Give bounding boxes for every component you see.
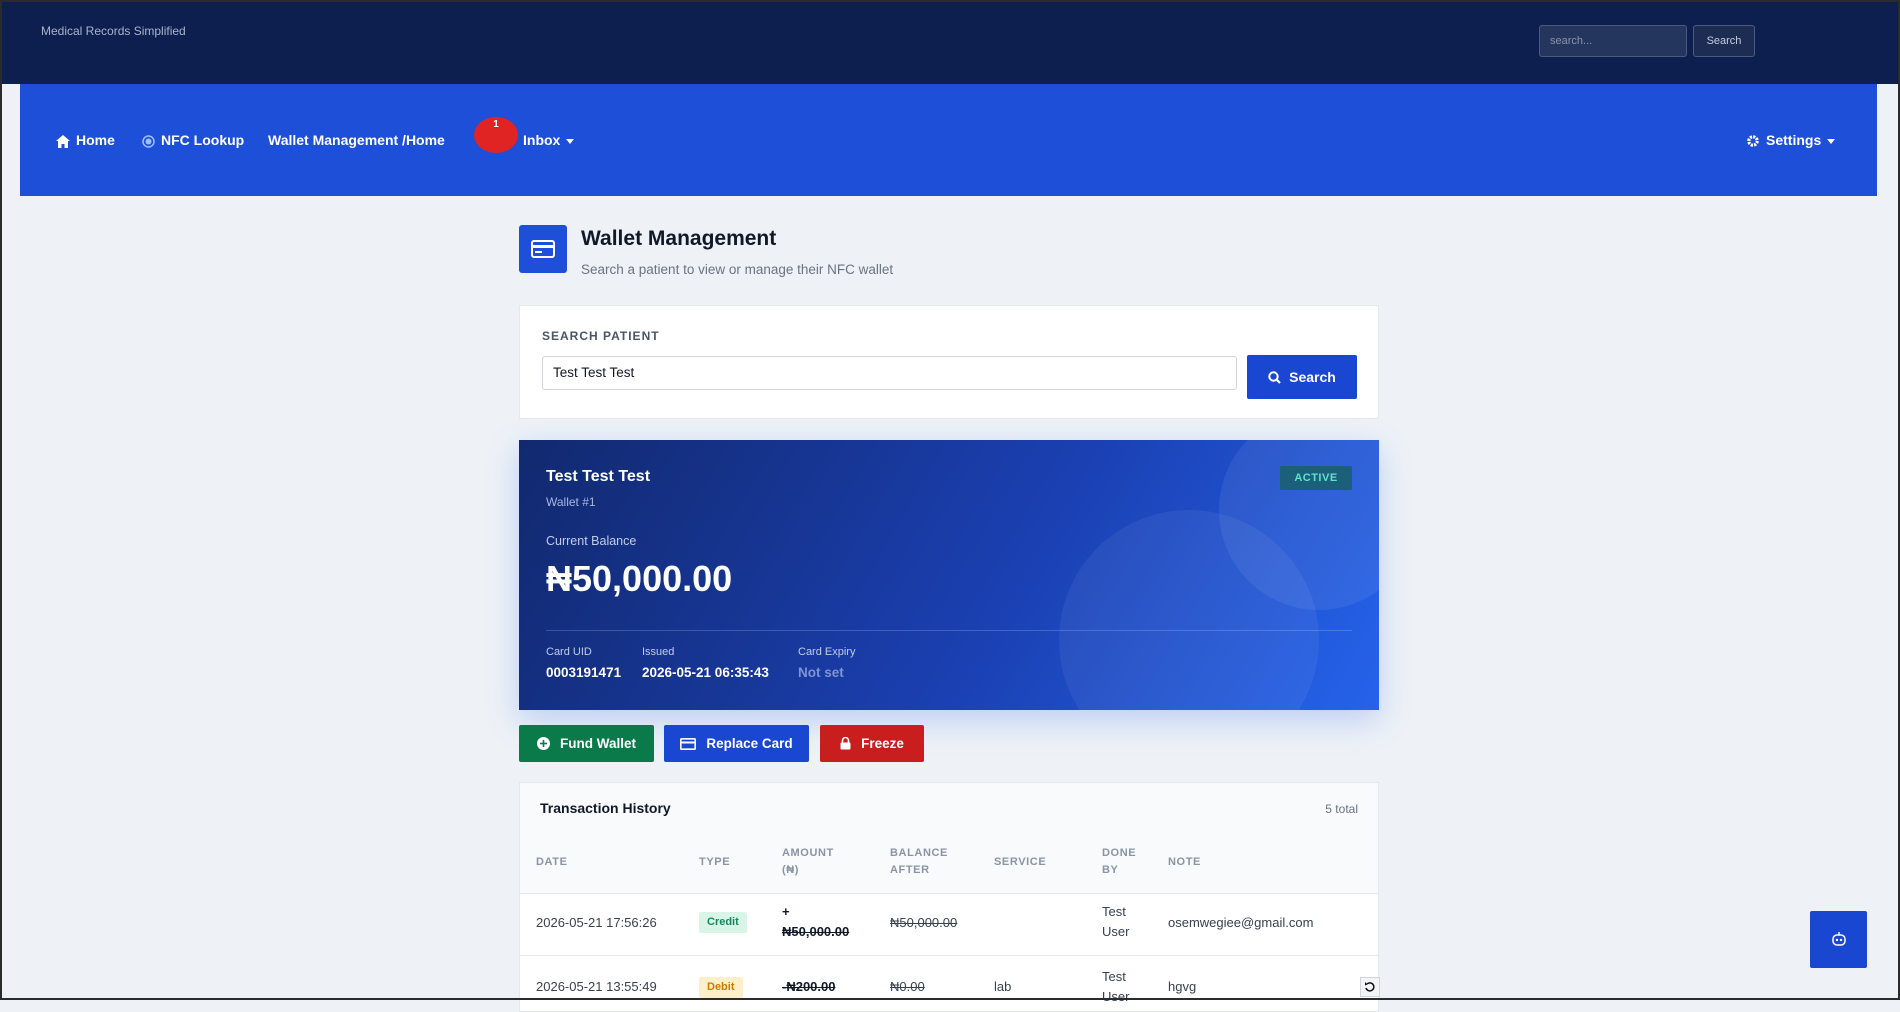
inbox-count-badge: 1 bbox=[474, 117, 518, 153]
tx-amount-value: -₦200.00 bbox=[782, 979, 836, 994]
tx-done-by: Test User bbox=[1102, 967, 1129, 1007]
tx-balance-after: ₦50,000.00 bbox=[890, 913, 957, 933]
column-header-done-by: DONE BY bbox=[1102, 845, 1136, 879]
wallet-number: Wallet #1 bbox=[546, 495, 596, 509]
issued-label: Issued bbox=[642, 646, 675, 658]
nav-wallet-management[interactable]: Wallet Management /Home bbox=[268, 84, 445, 196]
row-divider bbox=[520, 955, 1378, 956]
tx-type-badge: Credit bbox=[699, 912, 747, 933]
issued-value: 2026-05-21 06:35:43 bbox=[642, 665, 769, 680]
done-header-line2: BY bbox=[1102, 864, 1119, 876]
reverse-transaction-icon[interactable] bbox=[1360, 977, 1380, 997]
wallet-balance: ₦50,000.00 bbox=[546, 558, 733, 599]
nav-inbox-label: Inbox bbox=[523, 132, 561, 148]
fund-wallet-button[interactable]: Fund Wallet bbox=[519, 725, 654, 762]
transaction-history-title: Transaction History bbox=[540, 800, 671, 816]
tx-balance-value: ₦50,000.00 bbox=[890, 915, 958, 930]
transaction-history-header: Transaction History 5 total bbox=[520, 783, 1378, 836]
tx-done-by-first: Test bbox=[1102, 904, 1126, 919]
nfc-icon bbox=[142, 135, 155, 148]
freeze-label: Freeze bbox=[861, 736, 904, 751]
assistant-chat-button[interactable] bbox=[1810, 911, 1867, 968]
replace-card-button[interactable]: Replace Card bbox=[664, 725, 809, 762]
card-expiry-value: Not set bbox=[798, 665, 844, 680]
tx-done-by: Test User bbox=[1102, 902, 1129, 942]
tx-amount-value: ₦50,000.00 bbox=[782, 924, 850, 939]
main-navbar: Home NFC Lookup Wallet Management /Home … bbox=[20, 84, 1877, 196]
done-header-line1: DONE bbox=[1102, 847, 1137, 859]
tx-balance-value: ₦0.00 bbox=[890, 979, 925, 994]
tx-type-badge: Debit bbox=[699, 977, 743, 998]
page-title: Wallet Management bbox=[581, 227, 777, 250]
replace-card-label: Replace Card bbox=[706, 736, 793, 751]
amount-header-line2: (₦) bbox=[782, 864, 800, 876]
balance-header-line2: AFTER bbox=[890, 864, 930, 876]
wallet-card-icon bbox=[519, 225, 567, 273]
nav-settings[interactable]: Settings bbox=[1746, 84, 1836, 196]
patient-search-button-label: Search bbox=[1289, 369, 1336, 385]
amount-header-line1: AMOUNT bbox=[782, 847, 834, 859]
tx-done-by-last: User bbox=[1102, 924, 1130, 939]
fund-wallet-label: Fund Wallet bbox=[560, 736, 636, 751]
chat-bot-icon bbox=[1831, 931, 1846, 946]
nav-settings-label: Settings bbox=[1766, 132, 1822, 148]
tx-date: 2026-05-21 17:56:26 bbox=[536, 915, 657, 930]
divider bbox=[546, 630, 1352, 631]
card-uid-value: 0003191471 bbox=[546, 665, 622, 680]
freeze-button[interactable]: Freeze bbox=[820, 725, 924, 762]
column-header-service: SERVICE bbox=[994, 856, 1047, 868]
column-header-amount: AMOUNT (₦) bbox=[782, 845, 834, 879]
tx-balance-after: ₦0.00 bbox=[890, 977, 925, 997]
tx-service: lab bbox=[994, 979, 1012, 994]
brand-title: Medical Records Simplified bbox=[41, 24, 186, 38]
search-icon bbox=[1268, 370, 1281, 384]
top-search-input[interactable]: search... bbox=[1539, 25, 1687, 57]
nav-home-label: Home bbox=[76, 132, 115, 148]
wallet-holder-name: Test Test Test bbox=[546, 468, 651, 485]
top-bar: Medical Records Simplified search... Sea… bbox=[0, 0, 1898, 84]
transaction-count: 5 total bbox=[1325, 802, 1358, 816]
column-header-balance-after: BALANCE AFTER bbox=[890, 845, 948, 879]
search-patient-card: SEARCH PATIENT Test Test Test Search bbox=[519, 305, 1379, 419]
nav-nfc-lookup[interactable]: NFC Lookup bbox=[142, 84, 244, 196]
wallet-status-badge: ACTIVE bbox=[1280, 466, 1352, 490]
tx-note: osemwegiee@gmail.com bbox=[1168, 915, 1314, 930]
column-header-note: NOTE bbox=[1168, 856, 1201, 868]
balance-label: Current Balance bbox=[546, 534, 637, 548]
top-search-button[interactable]: Search bbox=[1693, 25, 1755, 57]
balance-header-line1: BALANCE bbox=[890, 847, 948, 859]
transaction-history-card: Transaction History 5 total DATE TYPE AM… bbox=[519, 782, 1379, 1012]
tx-date: 2026-05-21 13:55:49 bbox=[536, 979, 657, 994]
column-header-type: TYPE bbox=[699, 856, 731, 868]
chevron-down-icon bbox=[566, 138, 575, 144]
patient-search-button[interactable]: Search bbox=[1247, 355, 1357, 399]
card-expiry-label: Card Expiry bbox=[798, 646, 856, 658]
nav-home[interactable]: Home bbox=[56, 84, 115, 196]
chevron-down-icon bbox=[1827, 138, 1836, 144]
card-uid-label: Card UID bbox=[546, 646, 592, 658]
lock-icon bbox=[840, 737, 851, 750]
credit-card-icon bbox=[680, 737, 697, 750]
nav-nfc-label: NFC Lookup bbox=[161, 132, 245, 148]
search-patient-label: SEARCH PATIENT bbox=[542, 329, 660, 343]
tx-note: hgvg bbox=[1168, 979, 1197, 994]
patient-search-input[interactable]: Test Test Test bbox=[542, 356, 1237, 390]
tx-amount: -₦200.00 bbox=[782, 977, 835, 997]
nav-inbox[interactable]: Inbox bbox=[523, 84, 575, 196]
column-header-date: DATE bbox=[536, 856, 568, 868]
wallet-card: Test Test Test Wallet #1 ACTIVE Current … bbox=[519, 440, 1379, 710]
tx-done-by-first: Test bbox=[1102, 969, 1126, 984]
table-header-row bbox=[520, 835, 1378, 894]
plus-circle-icon bbox=[537, 737, 550, 750]
page-subtitle: Search a patient to view or manage their… bbox=[581, 262, 894, 277]
tx-amount: + ₦50,000.00 bbox=[782, 902, 849, 942]
tx-done-by-last: User bbox=[1102, 989, 1130, 1004]
tx-amount-sign: + bbox=[782, 904, 790, 919]
home-icon bbox=[56, 134, 70, 148]
gear-icon bbox=[1747, 135, 1759, 148]
inbox-count: 1 bbox=[493, 119, 499, 130]
